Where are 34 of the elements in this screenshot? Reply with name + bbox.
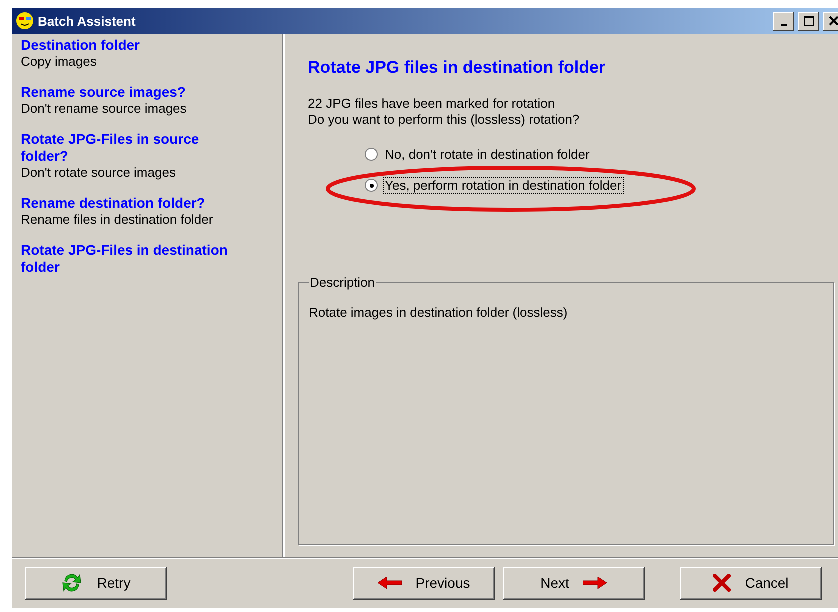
- minimize-button[interactable]: [773, 12, 794, 30]
- step-title[interactable]: Rename source images?: [21, 84, 246, 101]
- minimize-icon: [780, 24, 786, 26]
- close-icon: [828, 16, 838, 26]
- arrow-icon: [583, 577, 608, 589]
- step-title[interactable]: Rename destination folder?: [21, 195, 246, 212]
- cross-icon: [713, 574, 732, 592]
- radio-option[interactable]: No, don't rotate in destination folder: [365, 147, 834, 162]
- window-title: Batch Assistent: [38, 14, 137, 28]
- radio-icon[interactable]: [365, 179, 378, 192]
- previous-button[interactable]: Previous: [353, 566, 495, 600]
- radio-icon[interactable]: [365, 148, 378, 161]
- step-summary: Rename files in destination folder: [21, 212, 214, 228]
- step-title[interactable]: Rotate JPG-Files in destination folder: [21, 242, 246, 276]
- arrow-icon: [378, 577, 402, 589]
- next-button[interactable]: Next: [503, 566, 645, 600]
- page-heading: Rotate JPG files in destination folder: [308, 58, 607, 78]
- description-text: Rotate images in destination folder (lossless): [309, 305, 568, 320]
- radio-option[interactable]: Yes, perform rotation in destination folder: [365, 178, 834, 193]
- retry-button[interactable]: Retry: [25, 566, 167, 600]
- step-summary: Copy images: [21, 54, 98, 70]
- info-text: 22 JPG files have been marked for rotation: [308, 96, 556, 112]
- info-text: Do you want to perform this (lossless) rotation?: [308, 112, 581, 128]
- smiley-icon: [16, 12, 34, 30]
- maximize-button[interactable]: [798, 12, 819, 30]
- maximize-icon: [804, 16, 814, 26]
- step-summary: Don't rename source images: [21, 101, 188, 117]
- refresh-icon: [61, 572, 84, 594]
- step-title[interactable]: Destination folder: [21, 37, 246, 54]
- step-title[interactable]: Rotate JPG-Files in source folder?: [21, 131, 246, 165]
- group-legend: Description: [309, 275, 376, 290]
- step-summary: Don't rotate source images: [21, 165, 177, 181]
- close-button[interactable]: [823, 12, 838, 30]
- cancel-button[interactable]: Cancel: [680, 566, 822, 600]
